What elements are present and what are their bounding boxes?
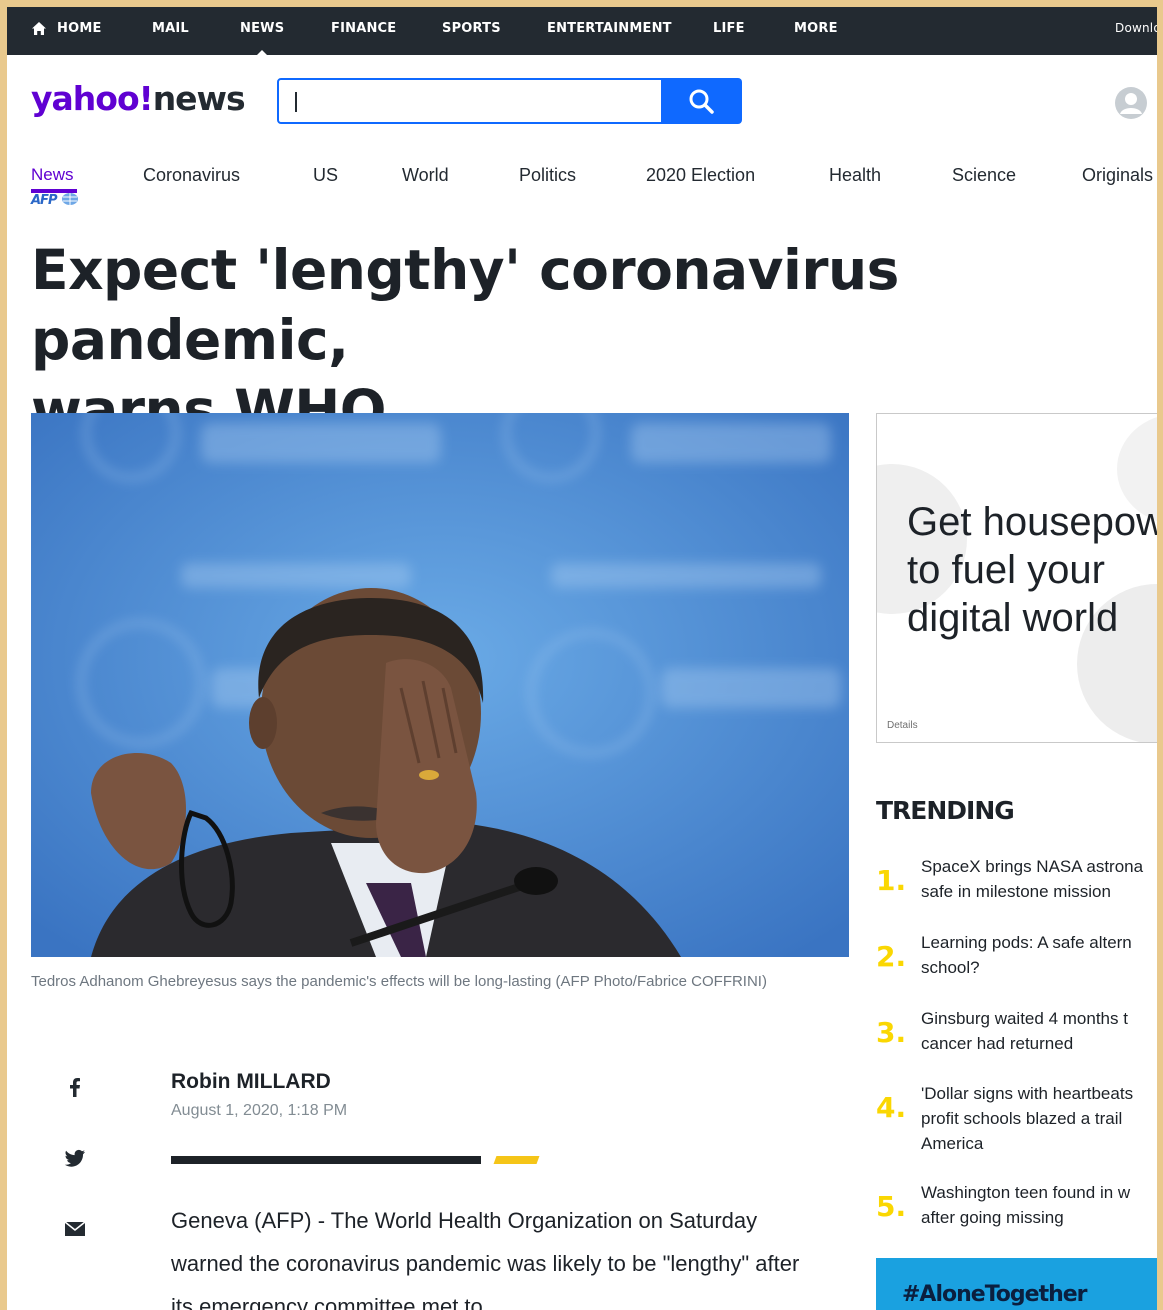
author-name[interactable]: Robin MILLARD — [171, 1070, 331, 1094]
subnav-politics[interactable]: Politics — [519, 165, 576, 186]
trending-heading: TRENDING — [876, 796, 1015, 825]
subnav-science[interactable]: Science — [952, 165, 1016, 186]
topnav-finance[interactable]: FINANCE — [331, 21, 396, 36]
trending-item-text: SpaceX brings NASA astrona safe in miles… — [921, 857, 1144, 901]
search-icon — [689, 89, 714, 114]
topnav-download-link[interactable]: Downlo — [1115, 21, 1157, 35]
topnav-news[interactable]: NEWS — [240, 21, 284, 56]
subnav-originals[interactable]: Originals — [1082, 165, 1153, 186]
logo-yahoo-text: yahoo — [31, 79, 140, 118]
trending-item-text: 'Dollar signs with heartbeats profit sch… — [921, 1084, 1134, 1153]
trending-item[interactable]: 1. SpaceX brings NASA astrona safe in mi… — [876, 854, 1157, 906]
alone-together-promo[interactable]: #AloneTogether — [876, 1258, 1157, 1310]
trending-number: 1. — [876, 864, 907, 897]
afp-logo-text: AFP — [31, 193, 58, 208]
search-input[interactable] — [277, 78, 663, 124]
globe-icon — [62, 193, 79, 205]
subnav-health[interactable]: Health — [829, 165, 881, 186]
trending-number: 3. — [876, 1016, 907, 1049]
article-hero-image[interactable] — [31, 413, 849, 957]
topnav-mail[interactable]: MAIL — [152, 21, 189, 36]
article-body-paragraph: Geneva (AFP) - The World Health Organiza… — [171, 1208, 800, 1310]
publish-date: August 1, 2020, 1:18 PM — [171, 1102, 348, 1119]
top-navigation-bar: HOME MAIL NEWS FINANCE SPORTS ENTERTAINM… — [7, 7, 1157, 56]
trending-item[interactable]: 4. 'Dollar signs with heartbeats profit … — [876, 1081, 1157, 1158]
byline-divider-accent — [493, 1156, 540, 1164]
twitter-icon[interactable] — [63, 1146, 87, 1170]
topnav-home[interactable]: HOME — [57, 21, 102, 36]
text-caret — [295, 92, 297, 112]
ad-details-link[interactable]: Details — [887, 720, 918, 731]
advertisement[interactable]: Get housepow to fuel your digital world … — [876, 413, 1157, 743]
search-button[interactable] — [662, 78, 742, 124]
hero-photo — [31, 413, 849, 957]
user-avatar-icon[interactable] — [1114, 86, 1148, 120]
subnav-2020-election[interactable]: 2020 Election — [646, 165, 755, 186]
topnav-sports[interactable]: SPORTS — [442, 21, 501, 36]
byline-divider — [171, 1156, 481, 1164]
logo-news-text: news — [152, 79, 246, 118]
trending-number: 5. — [876, 1190, 907, 1223]
trending-item-text: Learning pods: A safe altern school? — [921, 933, 1132, 977]
promo-text: #AloneTogether — [902, 1282, 1088, 1307]
topnav-life[interactable]: LIFE — [713, 21, 745, 36]
home-icon — [32, 22, 46, 35]
afp-partner-logo[interactable]: AFP — [31, 192, 79, 208]
email-icon[interactable] — [63, 1217, 87, 1241]
subnav-world[interactable]: World — [402, 165, 449, 186]
trending-number: 4. — [876, 1091, 907, 1124]
subnav-news[interactable]: News — [31, 165, 74, 185]
subnav-coronavirus[interactable]: Coronavirus — [143, 165, 240, 186]
trending-item[interactable]: 2. Learning pods: A safe altern school? — [876, 930, 1157, 982]
page: HOME MAIL NEWS FINANCE SPORTS ENTERTAINM… — [7, 7, 1157, 1310]
logo-bang: ! — [138, 79, 154, 118]
ad-headline: Get housepow to fuel your digital world — [907, 500, 1157, 640]
trending-item[interactable]: 5. Washington teen found in w after goin… — [876, 1180, 1157, 1232]
topnav-more[interactable]: MORE — [794, 21, 838, 36]
image-caption: Tedros Adhanom Ghebreyesus says the pand… — [31, 973, 767, 990]
facebook-icon[interactable] — [63, 1075, 87, 1099]
trending-item[interactable]: 3. Ginsburg waited 4 months t cancer had… — [876, 1006, 1157, 1058]
subnav-us[interactable]: US — [313, 165, 338, 186]
trending-item-text: Washington teen found in w after going m… — [921, 1183, 1131, 1227]
topnav-entertainment[interactable]: ENTERTAINMENT — [547, 21, 672, 36]
trending-item-text: Ginsburg waited 4 months t cancer had re… — [921, 1009, 1128, 1053]
yahoo-news-logo[interactable]: yahoo!news — [31, 79, 246, 118]
trending-number: 2. — [876, 940, 907, 973]
